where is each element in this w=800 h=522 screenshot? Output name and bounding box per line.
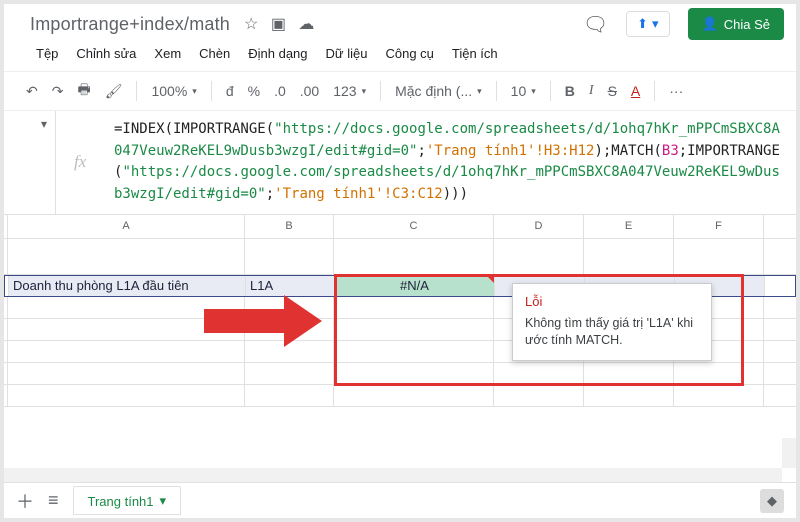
sheet-tab-1[interactable]: Trang tính1 ▾ (73, 486, 182, 515)
menu-tools[interactable]: Công cụ (379, 42, 439, 65)
bold-button[interactable]: B (565, 83, 575, 99)
format-percent[interactable]: % (248, 83, 260, 99)
annotation-arrow (204, 309, 284, 333)
tooltip-title: Lỗi (525, 294, 699, 309)
tooltip-body: Không tìm thấy giá trị 'L1A' khi ước tín… (525, 315, 699, 350)
paint-icon[interactable]: 🖌 (105, 83, 123, 100)
chevron-down-icon: ▾ (652, 16, 659, 32)
text-color-button[interactable]: A (631, 83, 640, 99)
formula-input[interactable]: =INDEX(IMPORTRANGE("https://docs.google.… (114, 119, 784, 206)
redo-icon[interactable]: ↷ (52, 83, 64, 100)
col-header-b[interactable]: B (245, 215, 334, 238)
format-more[interactable]: 123 (333, 83, 366, 99)
chevron-down-icon[interactable]: ▾ (160, 493, 167, 509)
font-select[interactable]: Mặc định (... (395, 83, 482, 99)
toolbar-more[interactable]: ··· (669, 83, 683, 99)
menu-data[interactable]: Dữ liệu (320, 42, 374, 65)
explore-button[interactable]: ◆ (760, 489, 784, 513)
undo-icon[interactable]: ↶ (26, 83, 38, 100)
comments-icon[interactable]: 🗨 (583, 12, 608, 37)
person-icon: 👤 (702, 16, 718, 32)
cell-a3[interactable]: Doanh thu phòng L1A đầu tiên (9, 276, 246, 296)
share-label: Chia Sẻ (724, 17, 770, 32)
menu-format[interactable]: Định dạng (242, 42, 313, 65)
format-dec-dec[interactable]: .0 (274, 83, 286, 99)
zoom-select[interactable]: 100% (151, 83, 196, 99)
cloud-icon[interactable]: ☁ (298, 16, 314, 33)
menu-edit[interactable]: Chỉnh sửa (70, 42, 142, 65)
error-tooltip: Lỗi Không tìm thấy giá trị 'L1A' khi ước… (512, 283, 712, 361)
menu-bar: Tệp Chỉnh sửa Xem Chèn Định dạng Dữ liệu… (4, 42, 796, 71)
h-scrollbar[interactable] (4, 468, 782, 482)
format-dec-inc[interactable]: .00 (300, 83, 319, 99)
present-button[interactable]: ⬆ ▾ (626, 11, 669, 37)
col-header-c[interactable]: C (334, 215, 494, 238)
share-button[interactable]: 👤 Chia Sẻ (688, 8, 784, 40)
col-header-f[interactable]: F (674, 215, 764, 238)
col-header-a[interactable]: A (8, 215, 245, 238)
format-currency[interactable]: đ (226, 83, 234, 99)
col-header-e[interactable]: E (584, 215, 674, 238)
move-icon[interactable]: ▣ (271, 16, 286, 33)
v-scrollbar[interactable] (782, 438, 796, 468)
all-sheets-button[interactable]: ≡ (48, 490, 59, 511)
col-header-d[interactable]: D (494, 215, 584, 238)
star-icon[interactable]: ☆ (244, 16, 258, 33)
document-title[interactable]: Importrange+index/math (30, 14, 230, 35)
upload-icon: ⬆ (637, 16, 648, 32)
fx-icon: fx (74, 152, 86, 172)
font-size[interactable]: 10 (511, 83, 536, 99)
print-icon[interactable]: 🖶 (77, 79, 90, 103)
menu-insert[interactable]: Chèn (193, 42, 236, 65)
strike-button[interactable]: S (608, 83, 617, 99)
name-box[interactable]: ▾ (4, 111, 56, 214)
menu-extensions[interactable]: Tiện ích (446, 42, 504, 65)
toolbar: ↶ ↷ 🖶 🖌 100% đ % .0 .00 123 Mặc định (..… (4, 71, 796, 111)
cell-b3[interactable]: L1A (246, 276, 335, 296)
add-sheet-button[interactable]: ＋ (16, 488, 34, 514)
menu-file[interactable]: Tệp (30, 42, 64, 65)
sheet-tab-label: Trang tính1 (88, 494, 154, 509)
italic-button[interactable]: I (589, 83, 594, 99)
menu-view[interactable]: Xem (148, 42, 187, 65)
